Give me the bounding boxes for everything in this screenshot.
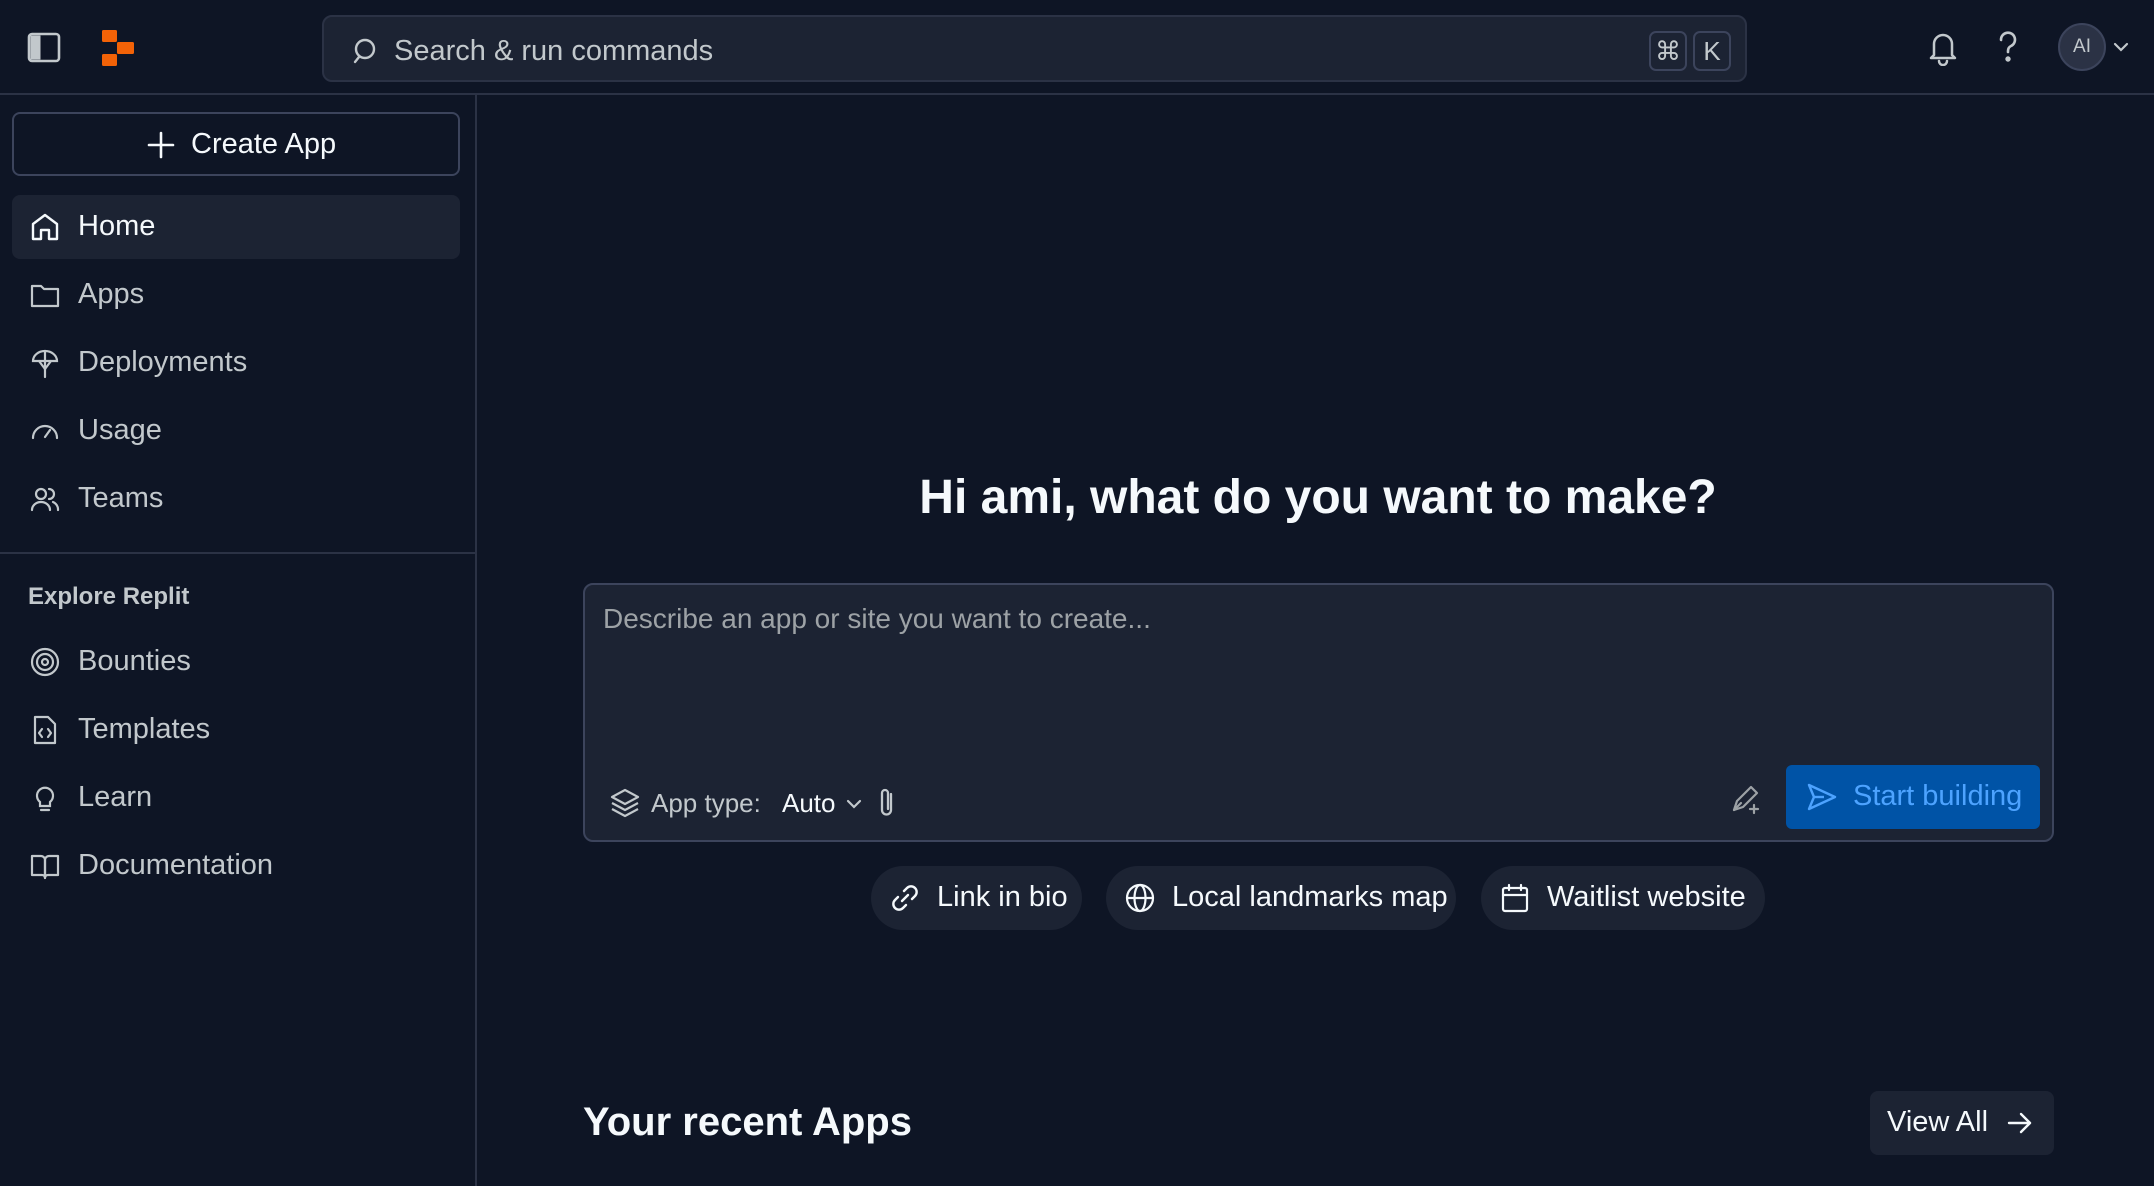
sidebar-item-label: Usage [78,414,162,446]
suggestion-chip-link-in-bio[interactable]: Link in bio [871,866,1082,930]
sidebar-item-label: Home [78,210,156,242]
arrow-right-icon [2006,1109,2034,1137]
sidebar-item-deployments[interactable]: Deployments [12,331,460,395]
create-app-button[interactable]: Create App [12,112,460,176]
sidebar-toggle-icon[interactable] [26,30,62,66]
chevron-down-icon [845,795,863,813]
search-placeholder: Search & run commands [394,35,714,67]
template-file-icon [29,714,61,746]
chevron-down-icon[interactable] [2112,38,2130,56]
explore-section-title: Explore Replit [28,583,190,610]
sidebar-item-label: Deployments [78,346,248,378]
suggestion-label: Local landmarks map [1172,881,1448,913]
lightbulb-icon [29,782,61,814]
recent-apps-title: Your recent Apps [583,1100,912,1144]
pen-icon[interactable] [1729,781,1763,815]
bell-icon[interactable] [1925,28,1961,66]
prompt-box: App type: Auto Start building [583,583,2054,842]
sidebar-item-label: Teams [78,482,164,514]
sidebar-item-learn[interactable]: Learn [12,766,460,830]
view-all-label: View All [1887,1106,1989,1138]
suggestion-label: Link in bio [937,881,1068,913]
sidebar-item-label: Documentation [78,849,274,881]
calendar-icon [1499,882,1531,914]
sidebar: Create App Home Apps Deployments Usage T… [0,95,477,1186]
send-icon [1806,781,1838,813]
sidebar-item-label: Bounties [78,645,191,677]
globe-icon [1124,882,1156,914]
sidebar-item-bounties[interactable]: Bounties [12,630,460,694]
help-icon[interactable] [1990,28,2026,66]
avatar[interactable]: AI [2058,23,2106,71]
sidebar-item-home[interactable]: Home [12,195,460,259]
users-icon [29,483,61,515]
paperclip-icon[interactable] [871,785,903,821]
prompt-input[interactable] [603,603,2033,723]
search-bar[interactable]: Search & run commands ⌘ K [322,15,1747,82]
start-building-button[interactable]: Start building [1786,765,2040,829]
suggestion-label: Waitlist website [1547,881,1746,913]
layers-icon [609,787,641,819]
sidebar-item-label: Apps [78,278,145,310]
create-app-label: Create App [191,128,337,160]
sidebar-item-documentation[interactable]: Documentation [12,834,460,898]
view-all-button[interactable]: View All [1870,1091,2054,1155]
folder-icon [29,279,61,311]
top-bar: Search & run commands ⌘ K AI [0,0,2154,95]
suggestion-chip-waitlist-website[interactable]: Waitlist website [1481,866,1765,930]
sidebar-divider [0,552,477,554]
sidebar-item-teams[interactable]: Teams [12,467,460,531]
page-title: Hi ami, what do you want to make? [919,471,1717,524]
home-icon [29,211,61,243]
gauge-icon [29,415,61,447]
deploy-icon [29,347,61,379]
link-icon [889,882,921,914]
shortcut-k-key: K [1693,31,1731,71]
sidebar-item-usage[interactable]: Usage [12,399,460,463]
shortcut-cmd-key: ⌘ [1649,31,1687,71]
sidebar-item-templates[interactable]: Templates [12,698,460,762]
plus-icon [146,130,176,160]
sidebar-item-label: Templates [78,713,211,745]
suggestion-chip-local-landmarks-map[interactable]: Local landmarks map [1106,866,1456,930]
app-type-value: Auto [782,788,836,818]
sidebar-item-apps[interactable]: Apps [12,263,460,327]
app-type-label: App type: [651,788,761,818]
spiral-icon [29,646,61,678]
replit-logo-icon[interactable] [100,28,136,68]
book-icon [29,850,61,882]
sidebar-item-label: Learn [78,781,153,813]
start-building-label: Start building [1853,780,2023,812]
search-icon [352,37,380,65]
